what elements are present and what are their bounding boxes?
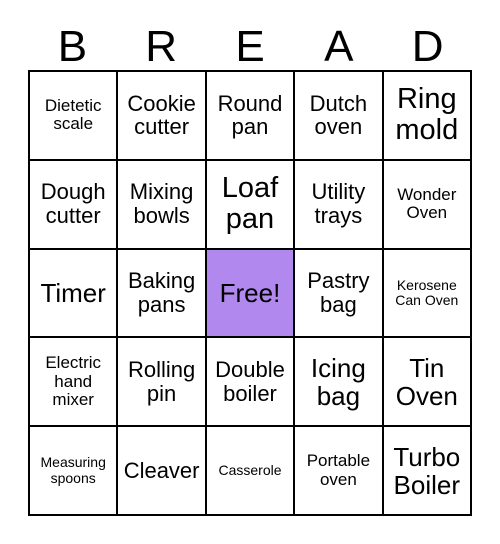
bingo-cell-label: Tin Oven: [395, 352, 458, 411]
bingo-cell-label: Wonder Oven: [397, 184, 457, 223]
bingo-cell-label: Baking pans: [127, 268, 196, 317]
header-letter-e: E: [235, 22, 265, 71]
header-letter-a: A: [324, 22, 354, 71]
bingo-cell-label: Timer: [40, 277, 106, 308]
bingo-cell[interactable]: Tin Oven: [383, 338, 472, 428]
bingo-cell-label: Dough cutter: [40, 179, 106, 229]
bingo-cell-label: Double boiler: [215, 357, 285, 406]
bingo-cell[interactable]: Utility trays: [295, 160, 384, 250]
bingo-cell-label: Free!: [219, 277, 281, 308]
bingo-cell[interactable]: Round pan: [206, 72, 296, 161]
bingo-cell-label: Dietetic scale: [44, 96, 102, 134]
bingo-cell-label: Dutch oven: [309, 90, 368, 140]
bingo-cell-label: Round pan: [217, 90, 283, 140]
bingo-cell[interactable]: Cookie cutter: [118, 72, 207, 161]
header-letter-b: B: [57, 22, 88, 71]
bingo-grid: Dietetic scale Cookie cutter Round pan Dutc…: [28, 70, 472, 516]
bingo-cell[interactable]: Portable oven: [295, 427, 384, 516]
bingo-cell[interactable]: Dutch oven: [295, 72, 384, 161]
bingo-cell-label: Pastry bag: [307, 268, 370, 317]
bingo-cell[interactable]: Casserole: [206, 427, 296, 516]
bingo-cell-label: Loaf pan: [221, 171, 279, 236]
bingo-cell-label: Kerosene Can Oven: [395, 276, 459, 308]
bingo-cell[interactable]: Measuring spoons: [30, 427, 119, 516]
bingo-cell[interactable]: Loaf pan: [206, 160, 296, 250]
header-letter-d: D: [411, 22, 444, 71]
bingo-cell-label: Electric hand mixer: [45, 353, 102, 409]
bingo-cell-label: Casserole: [218, 462, 282, 479]
bingo-cell-label: Turbo Boiler: [393, 441, 461, 500]
bingo-cell[interactable]: Dough cutter: [30, 160, 119, 250]
bingo-cell-label: Portable oven: [306, 451, 371, 489]
bingo-card: B R E A D Dietetic scale Cookie cutter Rou…: [0, 0, 500, 544]
bingo-cell-label: Measuring spoons: [40, 454, 106, 486]
bingo-cell[interactable]: Ring mold: [383, 72, 472, 161]
bingo-cell[interactable]: Dietetic scale: [30, 72, 119, 161]
bingo-cell-label: Rolling pin: [127, 357, 196, 406]
bingo-cell-free[interactable]: Free!: [206, 249, 296, 339]
bingo-cell-label: Utility trays: [311, 179, 366, 229]
bingo-cell[interactable]: Wonder Oven: [383, 160, 472, 250]
bingo-cell[interactable]: Baking pans: [118, 249, 207, 339]
bingo-cell-label: Icing bag: [310, 352, 366, 411]
bingo-cell-label: Cookie cutter: [127, 90, 196, 140]
bingo-cell-label: Ring mold: [395, 83, 459, 147]
bingo-cell[interactable]: Rolling pin: [118, 338, 207, 428]
bingo-cell[interactable]: Mixing bowls: [118, 160, 207, 250]
bingo-cell[interactable]: Turbo Boiler: [383, 427, 472, 516]
bingo-cell[interactable]: Timer: [30, 249, 119, 339]
bingo-cell[interactable]: Cleaver: [118, 427, 207, 516]
bingo-cell-label: Mixing bowls: [129, 179, 194, 229]
bingo-cell[interactable]: Icing bag: [295, 338, 384, 428]
bingo-cell-label: Cleaver: [123, 457, 200, 483]
bingo-cell[interactable]: Electric hand mixer: [30, 338, 119, 428]
bingo-header-letters: B R E A D: [28, 16, 472, 70]
header-letter-r: R: [145, 22, 178, 71]
bingo-cell[interactable]: Double boiler: [206, 338, 296, 428]
bingo-cell[interactable]: Kerosene Can Oven: [383, 249, 472, 339]
bingo-cell[interactable]: Pastry bag: [295, 249, 384, 339]
